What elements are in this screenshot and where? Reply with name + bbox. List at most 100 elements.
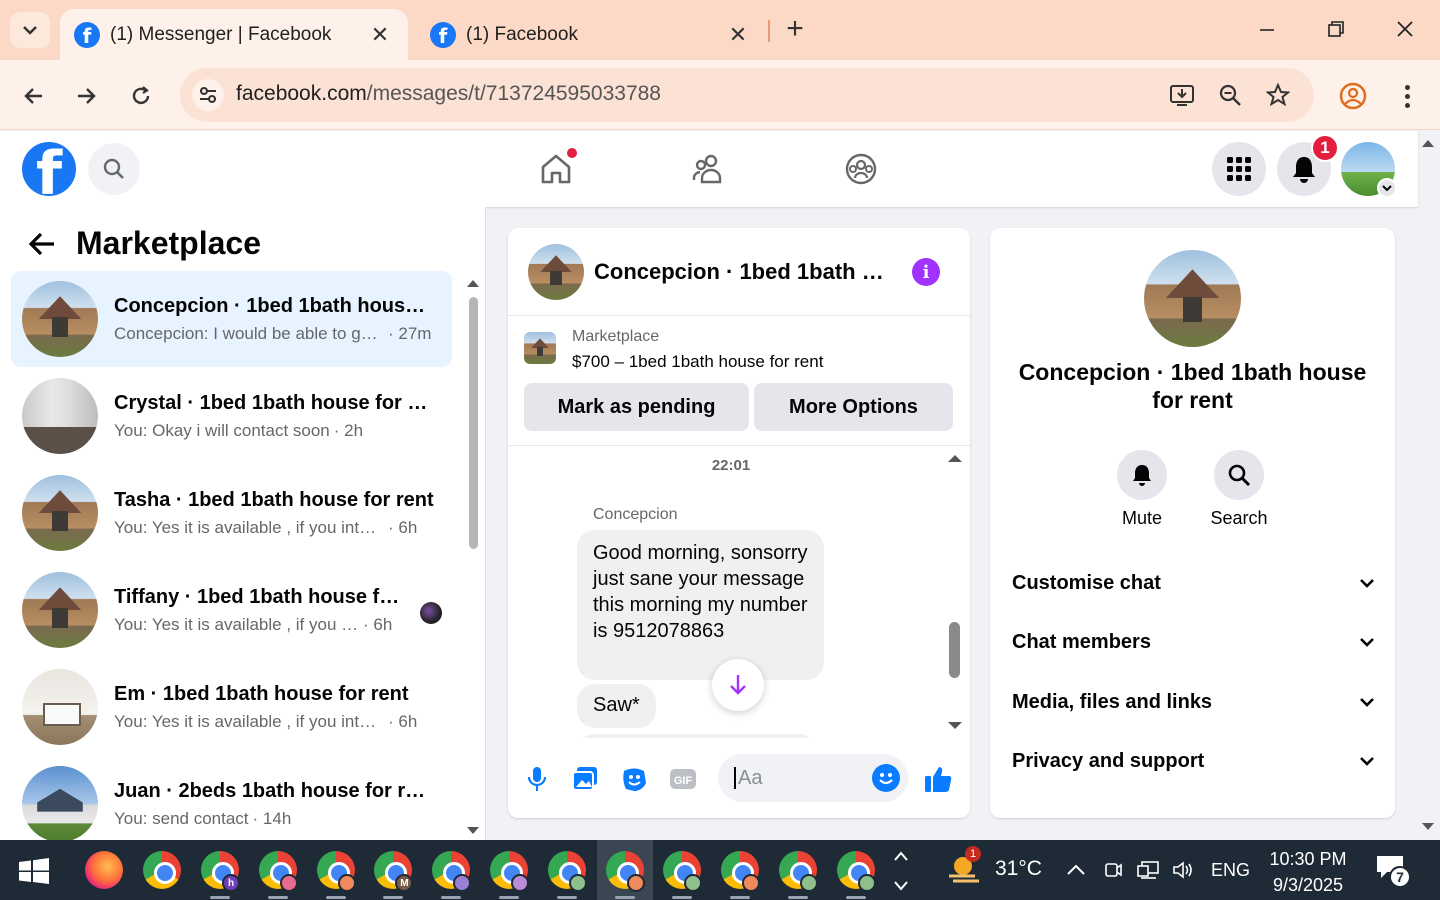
gif-button[interactable]: GIF bbox=[668, 764, 698, 794]
scroll-up-arrow[interactable] bbox=[947, 452, 963, 464]
taskbar-chrome[interactable] bbox=[134, 840, 190, 900]
facebook-search-button[interactable] bbox=[88, 143, 140, 195]
install-app-icon[interactable] bbox=[1168, 81, 1196, 109]
taskbar-chrome-profile[interactable] bbox=[481, 840, 537, 900]
network-icon[interactable] bbox=[1135, 856, 1161, 884]
bookmark-star-icon[interactable] bbox=[1264, 81, 1292, 109]
profile-badge bbox=[626, 874, 645, 892]
show-hidden-icons-button[interactable] bbox=[1063, 856, 1089, 884]
close-icon bbox=[1397, 21, 1413, 37]
conversation-item[interactable]: Crystal · 1bed 1bath house for rent You:… bbox=[11, 368, 452, 464]
taskbar-chrome-profile[interactable] bbox=[423, 840, 479, 900]
message-bubble[interactable]: Good morning, sonsorry just sane your me… bbox=[577, 530, 824, 680]
scroll-up-arrow[interactable] bbox=[466, 277, 480, 289]
conversation-list-scrollbar[interactable] bbox=[466, 277, 480, 837]
facebook-logo[interactable]: f bbox=[22, 142, 76, 196]
sticker-button[interactable] bbox=[619, 764, 649, 794]
tab-facebook[interactable]: f (1) Facebook ✕ bbox=[416, 9, 766, 60]
accordion-privacy-support[interactable]: Privacy and support bbox=[1012, 741, 1375, 781]
emoji-button[interactable] bbox=[872, 764, 900, 792]
notification-center-button[interactable]: 7 bbox=[1375, 854, 1415, 890]
accordion-chat-members[interactable]: Chat members bbox=[1012, 622, 1375, 662]
conversation-item[interactable]: Tiffany · 1bed 1bath house for rent You:… bbox=[11, 562, 452, 658]
menu-grid-button[interactable] bbox=[1212, 142, 1266, 196]
restore-button[interactable] bbox=[1321, 14, 1351, 44]
taskbar-chrome-profile[interactable] bbox=[654, 840, 710, 900]
conversation-thumbnail bbox=[22, 475, 98, 551]
close-tab-icon[interactable]: ✕ bbox=[724, 22, 752, 48]
message-list-scrollbar[interactable] bbox=[946, 450, 964, 734]
tab-search-button[interactable] bbox=[10, 12, 50, 48]
listing-title[interactable]: $700 – 1bed 1bath house for rent bbox=[572, 352, 823, 372]
scroll-down-arrow[interactable] bbox=[466, 825, 480, 837]
taskbar-chrome-profile[interactable] bbox=[712, 840, 768, 900]
input-language[interactable]: ENG bbox=[1211, 860, 1250, 881]
browser-profile-icon[interactable] bbox=[1337, 80, 1369, 112]
close-window-button[interactable] bbox=[1390, 14, 1420, 44]
taskbar-chrome-profile[interactable] bbox=[539, 840, 595, 900]
info-avatar[interactable] bbox=[1144, 250, 1241, 347]
search-in-conversation-button[interactable]: Search bbox=[1199, 450, 1279, 529]
profile-badge: h bbox=[222, 874, 240, 892]
message-bubble[interactable]: Saw* bbox=[577, 684, 656, 728]
new-tab-button[interactable]: + bbox=[780, 14, 810, 44]
reload-button[interactable] bbox=[125, 80, 157, 112]
accordion-customise-chat[interactable]: Customise chat bbox=[1012, 563, 1375, 603]
site-info-icon[interactable] bbox=[192, 79, 224, 111]
zoom-icon[interactable] bbox=[1216, 81, 1244, 109]
weather-widget[interactable]: 1 31°C bbox=[945, 846, 1042, 886]
conversation-item[interactable]: Tasha · 1bed 1bath house for rent You: Y… bbox=[11, 465, 452, 561]
friends-nav-button[interactable] bbox=[684, 145, 732, 193]
info-icon[interactable]: i bbox=[912, 258, 940, 286]
taskbar-chrome-profile[interactable] bbox=[828, 840, 884, 900]
mark-as-pending-button[interactable]: Mark as pending bbox=[524, 383, 749, 431]
browser-menu-icon[interactable] bbox=[1395, 80, 1419, 112]
volume-icon[interactable] bbox=[1171, 856, 1197, 884]
message-bubble-partial[interactable] bbox=[577, 734, 817, 738]
send-like-button[interactable] bbox=[923, 764, 953, 794]
running-indicator bbox=[383, 896, 404, 899]
taskbar-overflow-arrows[interactable] bbox=[892, 848, 910, 894]
conversation-item[interactable]: Em · 1bed 1bath house for rent You: Yes … bbox=[11, 659, 452, 755]
page-scroll-down-arrow[interactable] bbox=[1420, 820, 1436, 834]
page-scroll-up-arrow[interactable] bbox=[1420, 136, 1436, 150]
taskbar-chrome-profile[interactable] bbox=[770, 840, 826, 900]
tab-messenger[interactable]: f (1) Messenger | Facebook ✕ bbox=[60, 9, 408, 60]
back-to-chats-button[interactable] bbox=[24, 226, 60, 262]
scroll-down-arrow[interactable] bbox=[947, 720, 963, 732]
profile-badge bbox=[857, 874, 876, 892]
listing-thumbnail[interactable] bbox=[524, 332, 556, 364]
mute-button[interactable]: Mute bbox=[1102, 450, 1182, 529]
windows-start-icon[interactable] bbox=[18, 858, 50, 884]
voice-clip-button[interactable] bbox=[522, 764, 552, 794]
taskbar-chrome-profile[interactable] bbox=[596, 840, 653, 900]
chat-avatar[interactable] bbox=[528, 244, 584, 300]
back-button[interactable] bbox=[17, 80, 49, 112]
scrollbar-thumb[interactable] bbox=[949, 622, 960, 678]
account-menu-chevron-icon[interactable] bbox=[1377, 178, 1397, 198]
running-indicator bbox=[672, 896, 693, 899]
conversation-item[interactable]: Juan · 2beds 1bath house for rent You: s… bbox=[11, 756, 452, 840]
close-tab-icon[interactable]: ✕ bbox=[366, 22, 394, 48]
taskbar-chrome-profile[interactable] bbox=[308, 840, 364, 900]
scrollbar-thumb[interactable] bbox=[469, 297, 478, 549]
chat-title[interactable]: Concepcion · 1bed 1bath house for rent bbox=[594, 259, 894, 285]
taskbar-chrome-profile[interactable] bbox=[250, 840, 306, 900]
system-clock[interactable]: 10:30 PM 9/3/2025 bbox=[1262, 846, 1354, 898]
tab-title: (1) Facebook bbox=[466, 23, 578, 45]
groups-nav-button[interactable] bbox=[837, 145, 885, 193]
accordion-media-files-links[interactable]: Media, files and links bbox=[1012, 682, 1375, 722]
minimize-button[interactable] bbox=[1252, 14, 1282, 44]
attach-photo-button[interactable] bbox=[570, 764, 600, 794]
conversation-item[interactable]: Concepcion · 1bed 1bath house for rent C… bbox=[11, 271, 452, 367]
taskbar-firefox[interactable] bbox=[76, 840, 132, 900]
taskbar-chrome-profile[interactable]: M bbox=[365, 840, 421, 900]
address-bar[interactable]: facebook.com/messages/t/713724595033788 bbox=[180, 68, 1314, 122]
conversation-name: Juan · 2beds 1bath house for rent bbox=[114, 779, 434, 802]
meet-now-icon[interactable] bbox=[1100, 856, 1126, 884]
forward-button[interactable] bbox=[71, 80, 103, 112]
taskbar-chrome-profile[interactable]: h bbox=[192, 840, 248, 900]
gif-icon: GIF bbox=[670, 769, 696, 789]
scroll-to-bottom-button[interactable] bbox=[712, 659, 764, 711]
more-options-button[interactable]: More Options bbox=[754, 383, 953, 431]
